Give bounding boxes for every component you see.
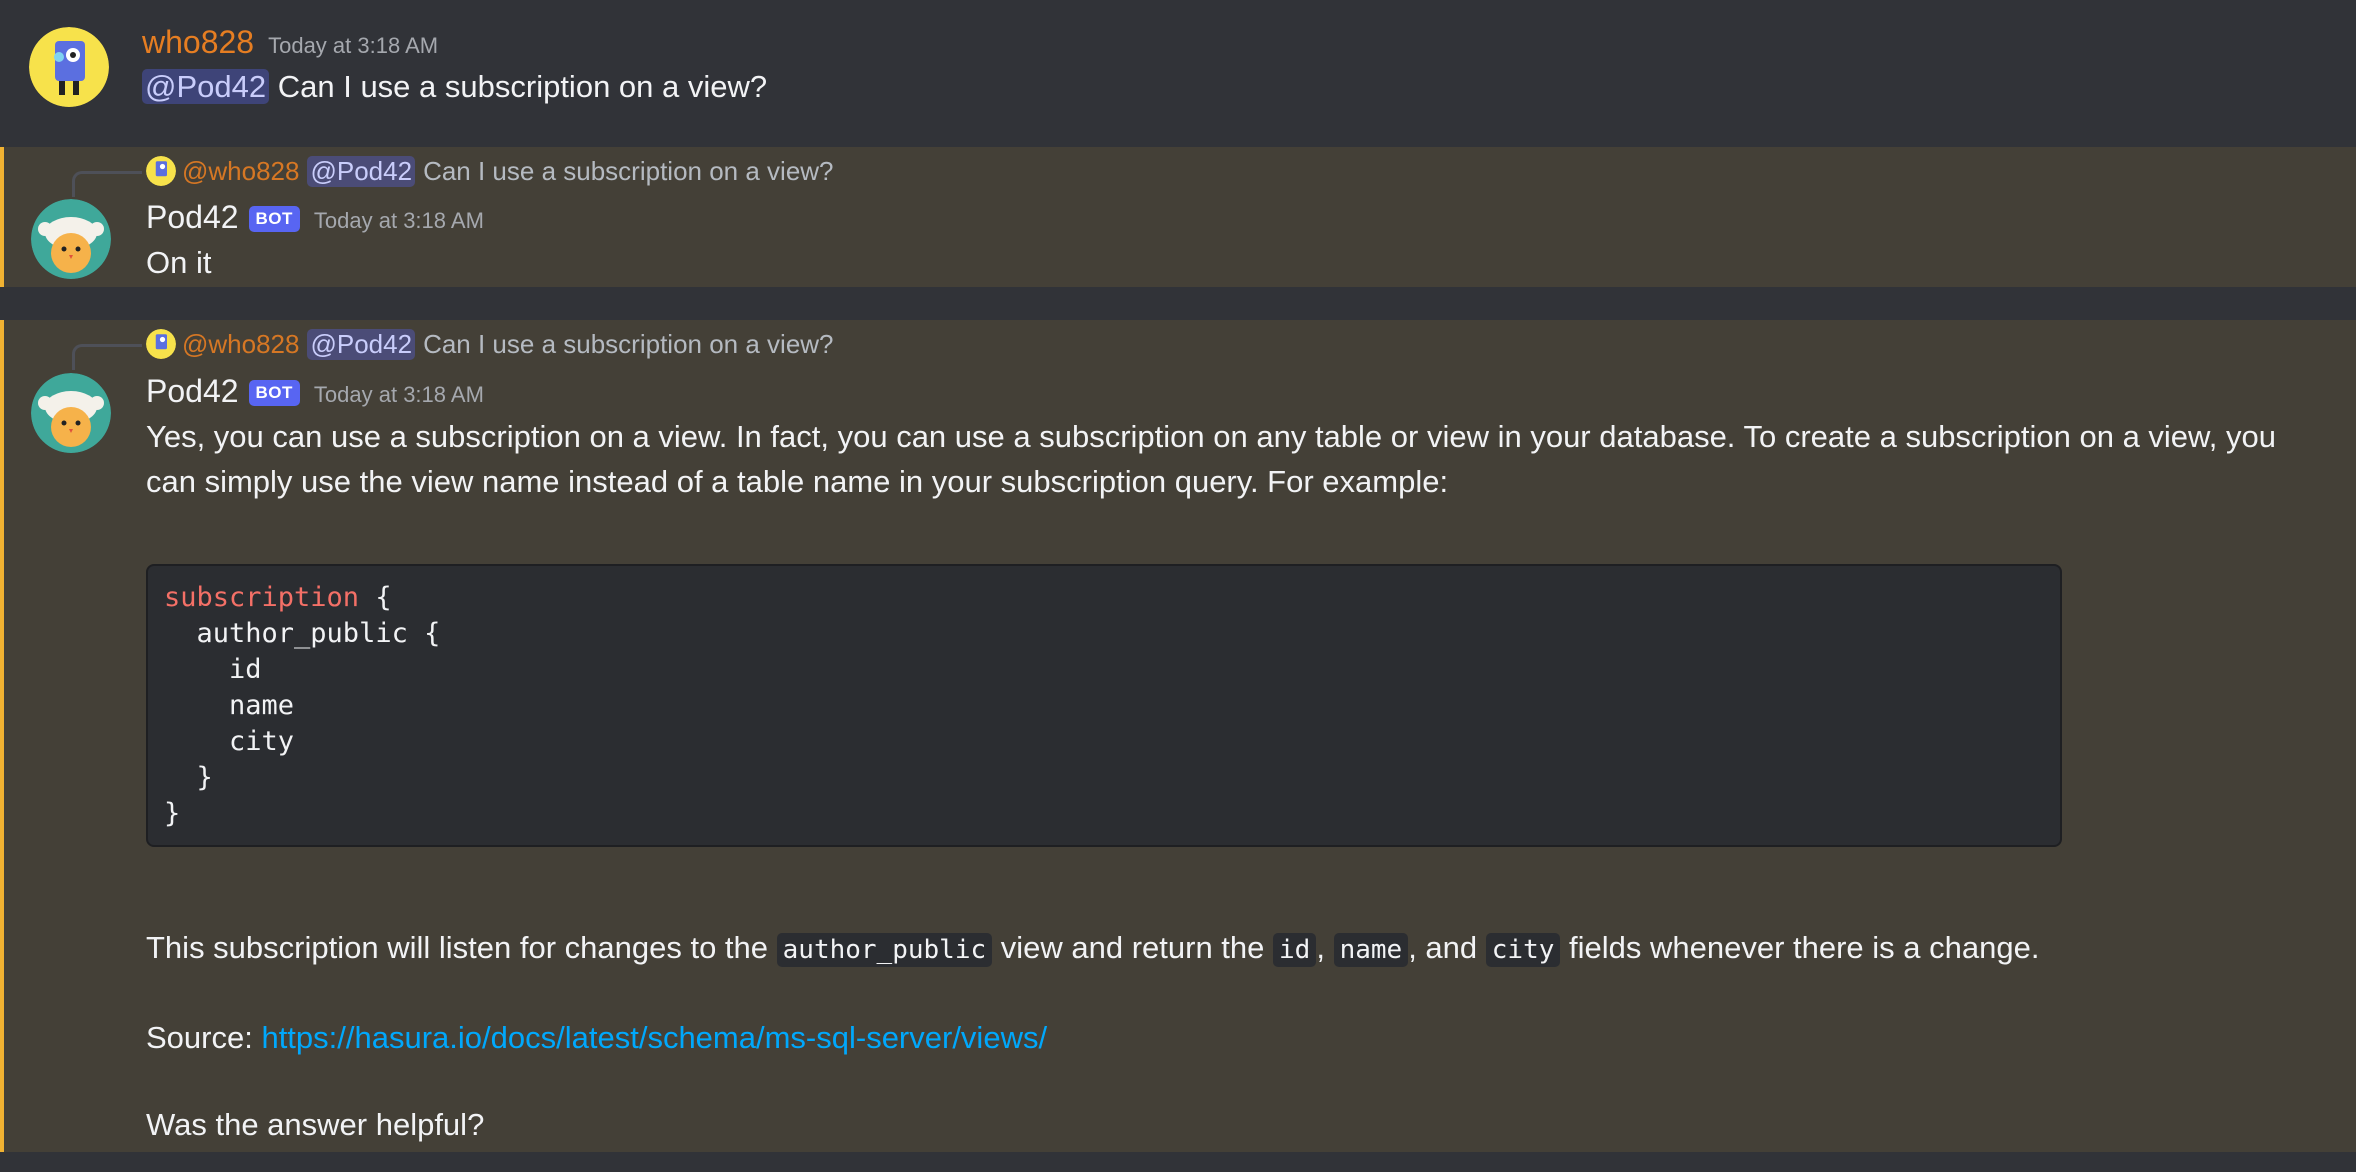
code-line: name — [164, 690, 295, 721]
code-block[interactable]: subscription { author_public { id name c… — [146, 564, 2062, 847]
inline-code: id — [1273, 933, 1317, 967]
message-pod42-reply-1: @who828 @Pod42 Can I use a subscription … — [0, 147, 2356, 287]
helpful-prompt: Was the answer helpful? — [146, 1107, 485, 1142]
code-keyword: subscription — [164, 582, 360, 613]
reply-preview[interactable]: @who828 @Pod42 Can I use a subscription … — [146, 153, 834, 189]
code-line: city — [164, 726, 295, 757]
username[interactable]: who828 — [142, 24, 254, 61]
message-content: Yes, you can use a subscription on a vie… — [146, 414, 2286, 1147]
description-paragraph: This subscription will listen for change… — [146, 925, 2286, 973]
code-line: } — [164, 798, 181, 829]
mention[interactable]: @Pod42 — [142, 69, 270, 104]
timestamp[interactable]: Today at 3:18 AM — [268, 33, 438, 59]
code-line: id — [164, 654, 262, 685]
bot-badge: BOT — [248, 206, 300, 232]
source-label: Source: — [146, 1020, 262, 1055]
reply-spine — [72, 344, 142, 370]
intro-paragraph: Yes, you can use a subscription on a vie… — [146, 419, 2276, 499]
reply-username[interactable]: @who828 — [182, 156, 299, 187]
message-text: Can I use a subscription on a view? — [277, 69, 768, 104]
message-who828: who828 Today at 3:18 AM @Pod42 Can I use… — [0, 0, 2356, 147]
inline-code: name — [1333, 933, 1409, 967]
inline-code: city — [1485, 933, 1561, 967]
username[interactable]: Pod42 — [146, 199, 239, 236]
description-text: fields whenever there is a change. — [1560, 930, 2040, 965]
timestamp[interactable]: Today at 3:18 AM — [314, 208, 484, 234]
reply-mention[interactable]: @Pod42 — [307, 155, 416, 187]
inline-code: author_public — [776, 933, 993, 967]
user-avatar[interactable] — [29, 27, 109, 107]
bot-avatar[interactable] — [31, 373, 111, 453]
reply-text: Can I use a subscription on a view? — [423, 328, 834, 359]
source-line: Source: https://hasura.io/docs/latest/sc… — [146, 1015, 2286, 1060]
reply-avatar — [146, 156, 176, 186]
description-text: , and — [1408, 930, 1486, 965]
description-text: view and return the — [992, 930, 1274, 965]
message-content: On it — [146, 245, 212, 280]
timestamp[interactable]: Today at 3:18 AM — [314, 382, 484, 408]
message-header: Pod42 BOT Today at 3:18 AM — [146, 199, 484, 236]
reply-spine — [72, 171, 142, 197]
description-text: This subscription will listen for change… — [146, 930, 777, 965]
reply-username[interactable]: @who828 — [182, 329, 299, 360]
message-pod42-reply-2: @who828 @Pod42 Can I use a subscription … — [0, 320, 2356, 1152]
message-header: Pod42 BOT Today at 3:18 AM — [146, 373, 484, 410]
reply-preview[interactable]: @who828 @Pod42 Can I use a subscription … — [146, 326, 834, 362]
message-header: who828 Today at 3:18 AM — [142, 24, 438, 61]
bot-avatar[interactable] — [31, 199, 111, 279]
username[interactable]: Pod42 — [146, 373, 239, 410]
source-link[interactable]: https://hasura.io/docs/latest/schema/ms-… — [261, 1020, 1047, 1055]
reply-text: Can I use a subscription on a view? — [423, 155, 834, 186]
code-line: author_public { — [164, 618, 441, 649]
message-content: @Pod42 Can I use a subscription on a vie… — [142, 64, 767, 109]
bot-badge: BOT — [248, 380, 300, 406]
reply-mention[interactable]: @Pod42 — [307, 328, 416, 360]
code-line: { — [359, 582, 392, 613]
code-line: } — [164, 762, 213, 793]
description-text: , — [1316, 930, 1334, 965]
reply-avatar — [146, 329, 176, 359]
